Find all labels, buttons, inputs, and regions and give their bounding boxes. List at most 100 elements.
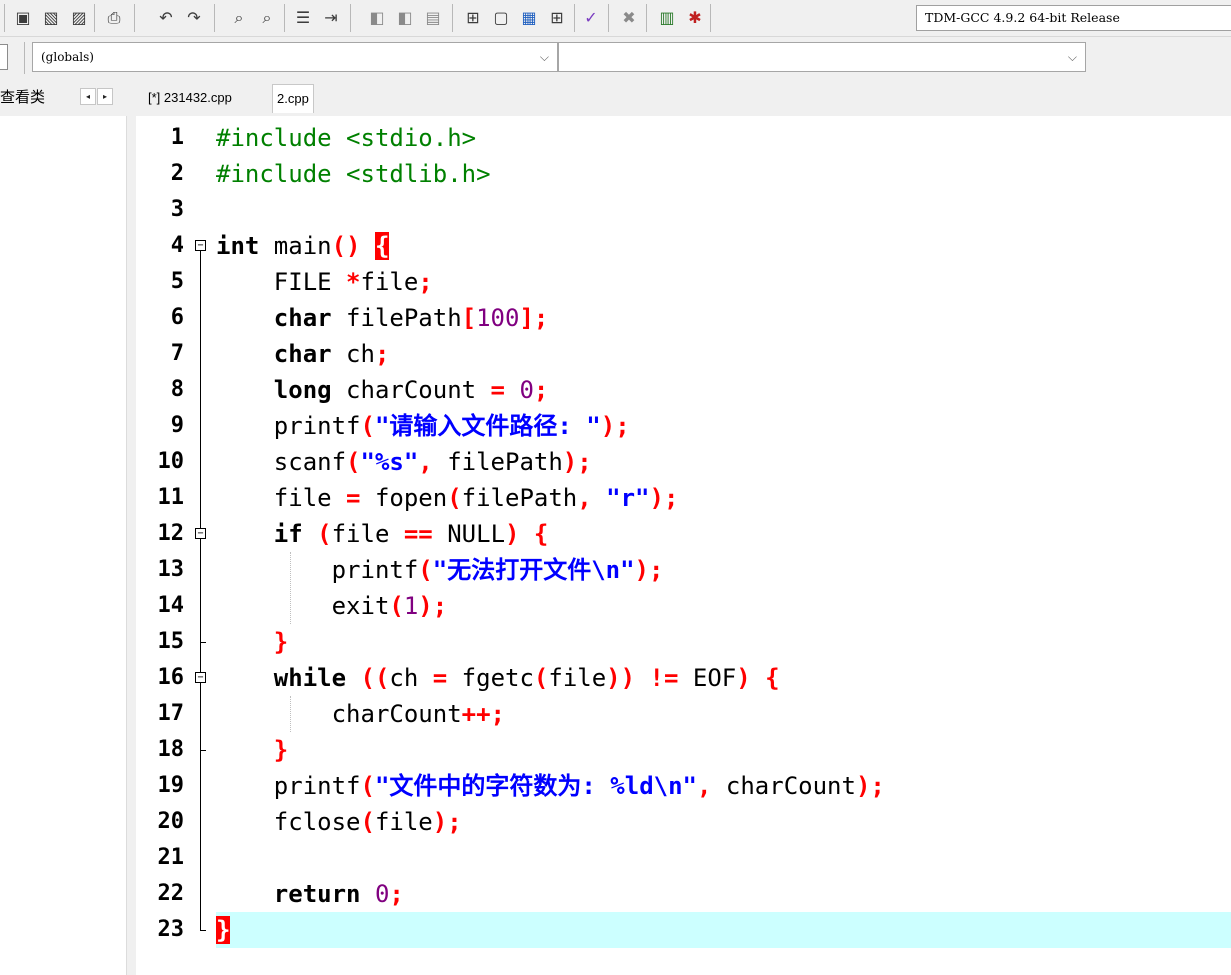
code-line: while ((ch = fgetc(file)) != EOF) { xyxy=(216,660,780,696)
unindent-icon[interactable]: ⇥ xyxy=(320,7,342,29)
code-token: ch xyxy=(331,340,375,368)
code-token: ); xyxy=(432,808,462,836)
print-icon[interactable]: ⎙ xyxy=(103,7,125,29)
code-token: { xyxy=(374,232,390,260)
code-token: FILE xyxy=(216,268,347,296)
project-icon[interactable]: ▦ xyxy=(518,7,540,29)
code-token: ( xyxy=(360,772,375,800)
main-toolbar: ▣ ▧ ▨ ⎙ ↶ ↷ ⌕ ⌕ ☰ ⇥ ◧ ◧ ▤ ⊞ ▢ ▦ ⊞ ✓ ✖ ▥ … xyxy=(0,0,1231,37)
code-token: ( xyxy=(447,484,462,512)
code-line: #include <stdio.h> xyxy=(216,120,476,156)
code-line: charCount++; xyxy=(216,696,505,732)
save-all-icon[interactable]: ▣ xyxy=(12,7,34,29)
code-area[interactable]: #include <stdio.h> #include <stdlib.h> int… xyxy=(216,116,1231,975)
line-number: 21 xyxy=(157,845,185,870)
fold-toggle-icon[interactable]: − xyxy=(195,528,206,539)
code-token: "%s" xyxy=(360,448,419,476)
toolbar-grip xyxy=(0,44,8,70)
code-line: if (file == NULL) { xyxy=(216,516,549,552)
class-browser-panel[interactable] xyxy=(0,116,127,975)
close-all-icon[interactable]: ▨ xyxy=(68,7,90,29)
code-editor[interactable]: 1 2 3 4 5 6 7 8 9 10 11 12 13 14 15 16 17 18 19 20 21 22 23− − −… xyxy=(136,116,1231,975)
line-number: 14 xyxy=(157,593,185,618)
code-token: ); xyxy=(562,448,592,476)
toolbar-separator xyxy=(350,4,351,32)
code-token: "r" xyxy=(606,484,650,512)
code-token: #include <stdlib.h> xyxy=(216,160,491,188)
panel-prev-button[interactable]: ◂ xyxy=(80,88,96,105)
toolbar-separator xyxy=(710,4,711,32)
code-token: file xyxy=(360,268,419,296)
code-token: , xyxy=(697,772,712,800)
line-number: 8 xyxy=(170,377,184,402)
line-number: 20 xyxy=(157,809,185,834)
code-token: ); xyxy=(418,592,448,620)
code-token: filePath xyxy=(461,484,578,512)
code-token: scanf xyxy=(216,448,347,476)
tab-231432-cpp[interactable]: [*] 231432.cpp xyxy=(144,84,236,112)
code-token: )) xyxy=(606,664,636,692)
panel-next-button[interactable]: ▸ xyxy=(97,88,113,105)
bookmark-icon[interactable]: ◧ xyxy=(366,7,388,29)
goto-bookmark-icon[interactable]: ◧ xyxy=(394,7,416,29)
debug-icon[interactable]: ✱ xyxy=(684,7,706,29)
fold-end-marker xyxy=(200,642,206,643)
comment-icon[interactable]: ▤ xyxy=(422,7,444,29)
code-token: NULL xyxy=(432,520,506,548)
code-token: file xyxy=(548,664,607,692)
redo-icon[interactable]: ↷ xyxy=(183,7,205,29)
code-token: ; xyxy=(389,880,404,908)
fold-guide xyxy=(200,251,201,930)
code-line: return 0; xyxy=(216,876,404,912)
tab-2-cpp[interactable]: 2.cpp xyxy=(272,84,314,113)
code-line: char filePath[100]; xyxy=(216,300,549,336)
code-token: #include <stdio.h> xyxy=(216,124,477,152)
window-icon[interactable]: ▢ xyxy=(490,7,512,29)
members-combo[interactable]: ⌵ xyxy=(558,42,1086,72)
code-token: ) xyxy=(736,664,751,692)
line-number: 13 xyxy=(157,557,185,582)
compiler-select[interactable]: TDM-GCC 4.9.2 64-bit Release xyxy=(916,5,1231,31)
code-token: } xyxy=(273,736,289,764)
chevron-down-icon: ⌵ xyxy=(539,50,549,64)
code-token: ); xyxy=(634,556,664,584)
line-number: 1 xyxy=(170,125,184,150)
globals-combo[interactable]: (globals) ⌵ xyxy=(32,42,558,72)
code-line: fclose(file); xyxy=(216,804,462,840)
code-token: { xyxy=(765,664,780,692)
chart-icon[interactable]: ▥ xyxy=(656,7,678,29)
find-icon[interactable]: ⌕ xyxy=(228,7,250,29)
check-icon[interactable]: ✓ xyxy=(580,7,602,29)
code-token: file xyxy=(374,808,433,836)
line-number: 11 xyxy=(157,485,185,510)
indent-icon[interactable]: ☰ xyxy=(292,7,314,29)
code-token: ( xyxy=(418,556,433,584)
layout-icon[interactable]: ⊞ xyxy=(462,7,484,29)
fold-toggle-icon[interactable]: − xyxy=(195,240,206,251)
code-token: main xyxy=(259,232,332,260)
code-token: printf xyxy=(216,556,419,584)
replace-icon[interactable]: ⌕ xyxy=(256,7,278,29)
code-token: charCount xyxy=(711,772,856,800)
line-number: 7 xyxy=(170,341,184,366)
code-token: ]; xyxy=(519,304,549,332)
code-token: ); xyxy=(855,772,885,800)
grid-icon[interactable]: ⊞ xyxy=(546,7,568,29)
code-token: while xyxy=(273,664,347,692)
class-browser-tab[interactable]: 查看类 xyxy=(0,86,45,107)
code-token: file xyxy=(331,520,404,548)
globals-combo-value: (globals) xyxy=(41,50,94,64)
line-number: 23 xyxy=(157,917,185,942)
close-file-icon[interactable]: ▧ xyxy=(40,7,62,29)
line-number: 10 xyxy=(157,449,185,474)
delete-icon[interactable]: ✖ xyxy=(618,7,640,29)
fold-toggle-icon[interactable]: − xyxy=(195,672,206,683)
code-token: charCount xyxy=(331,376,491,404)
code-line: } xyxy=(216,912,231,948)
undo-icon[interactable]: ↶ xyxy=(155,7,177,29)
